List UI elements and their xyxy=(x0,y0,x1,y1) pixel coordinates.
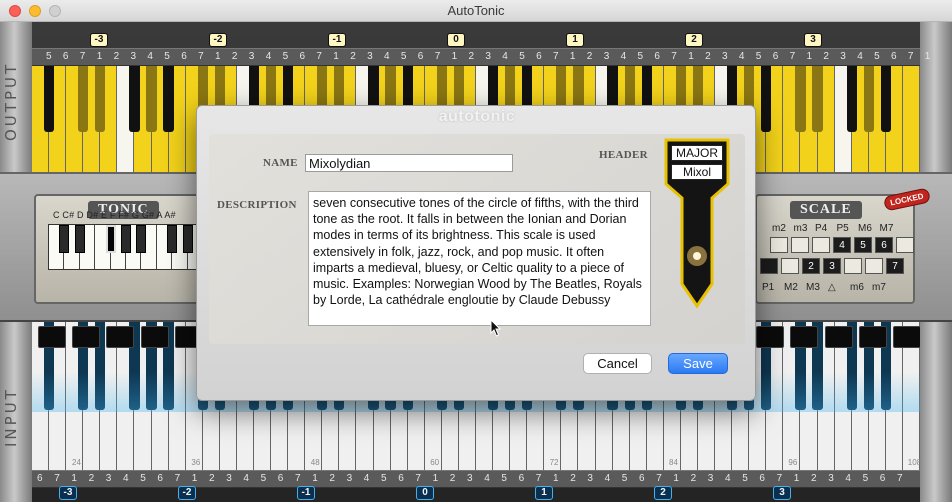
modal-overlay: autotonic NAME HEADER DESCRIPTION seven … xyxy=(0,0,952,502)
save-button[interactable]: Save xyxy=(668,353,728,374)
cancel-button[interactable]: Cancel xyxy=(583,353,652,374)
description-textarea[interactable]: seven consecutive tones of the circle of… xyxy=(308,191,651,326)
header-pointer[interactable]: MAJOR Mixol xyxy=(660,136,734,312)
mouse-cursor-icon xyxy=(490,319,502,337)
name-input[interactable] xyxy=(305,154,513,172)
header-tag-major: MAJOR xyxy=(671,145,723,161)
description-label: DESCRIPTION xyxy=(217,199,297,211)
name-label: NAME xyxy=(263,157,298,169)
header-tag-mode: Mixol xyxy=(671,164,723,180)
header-label: HEADER xyxy=(599,149,648,161)
dialog-watermark: autotonic xyxy=(438,108,516,125)
header-pointer-icon xyxy=(664,138,730,309)
